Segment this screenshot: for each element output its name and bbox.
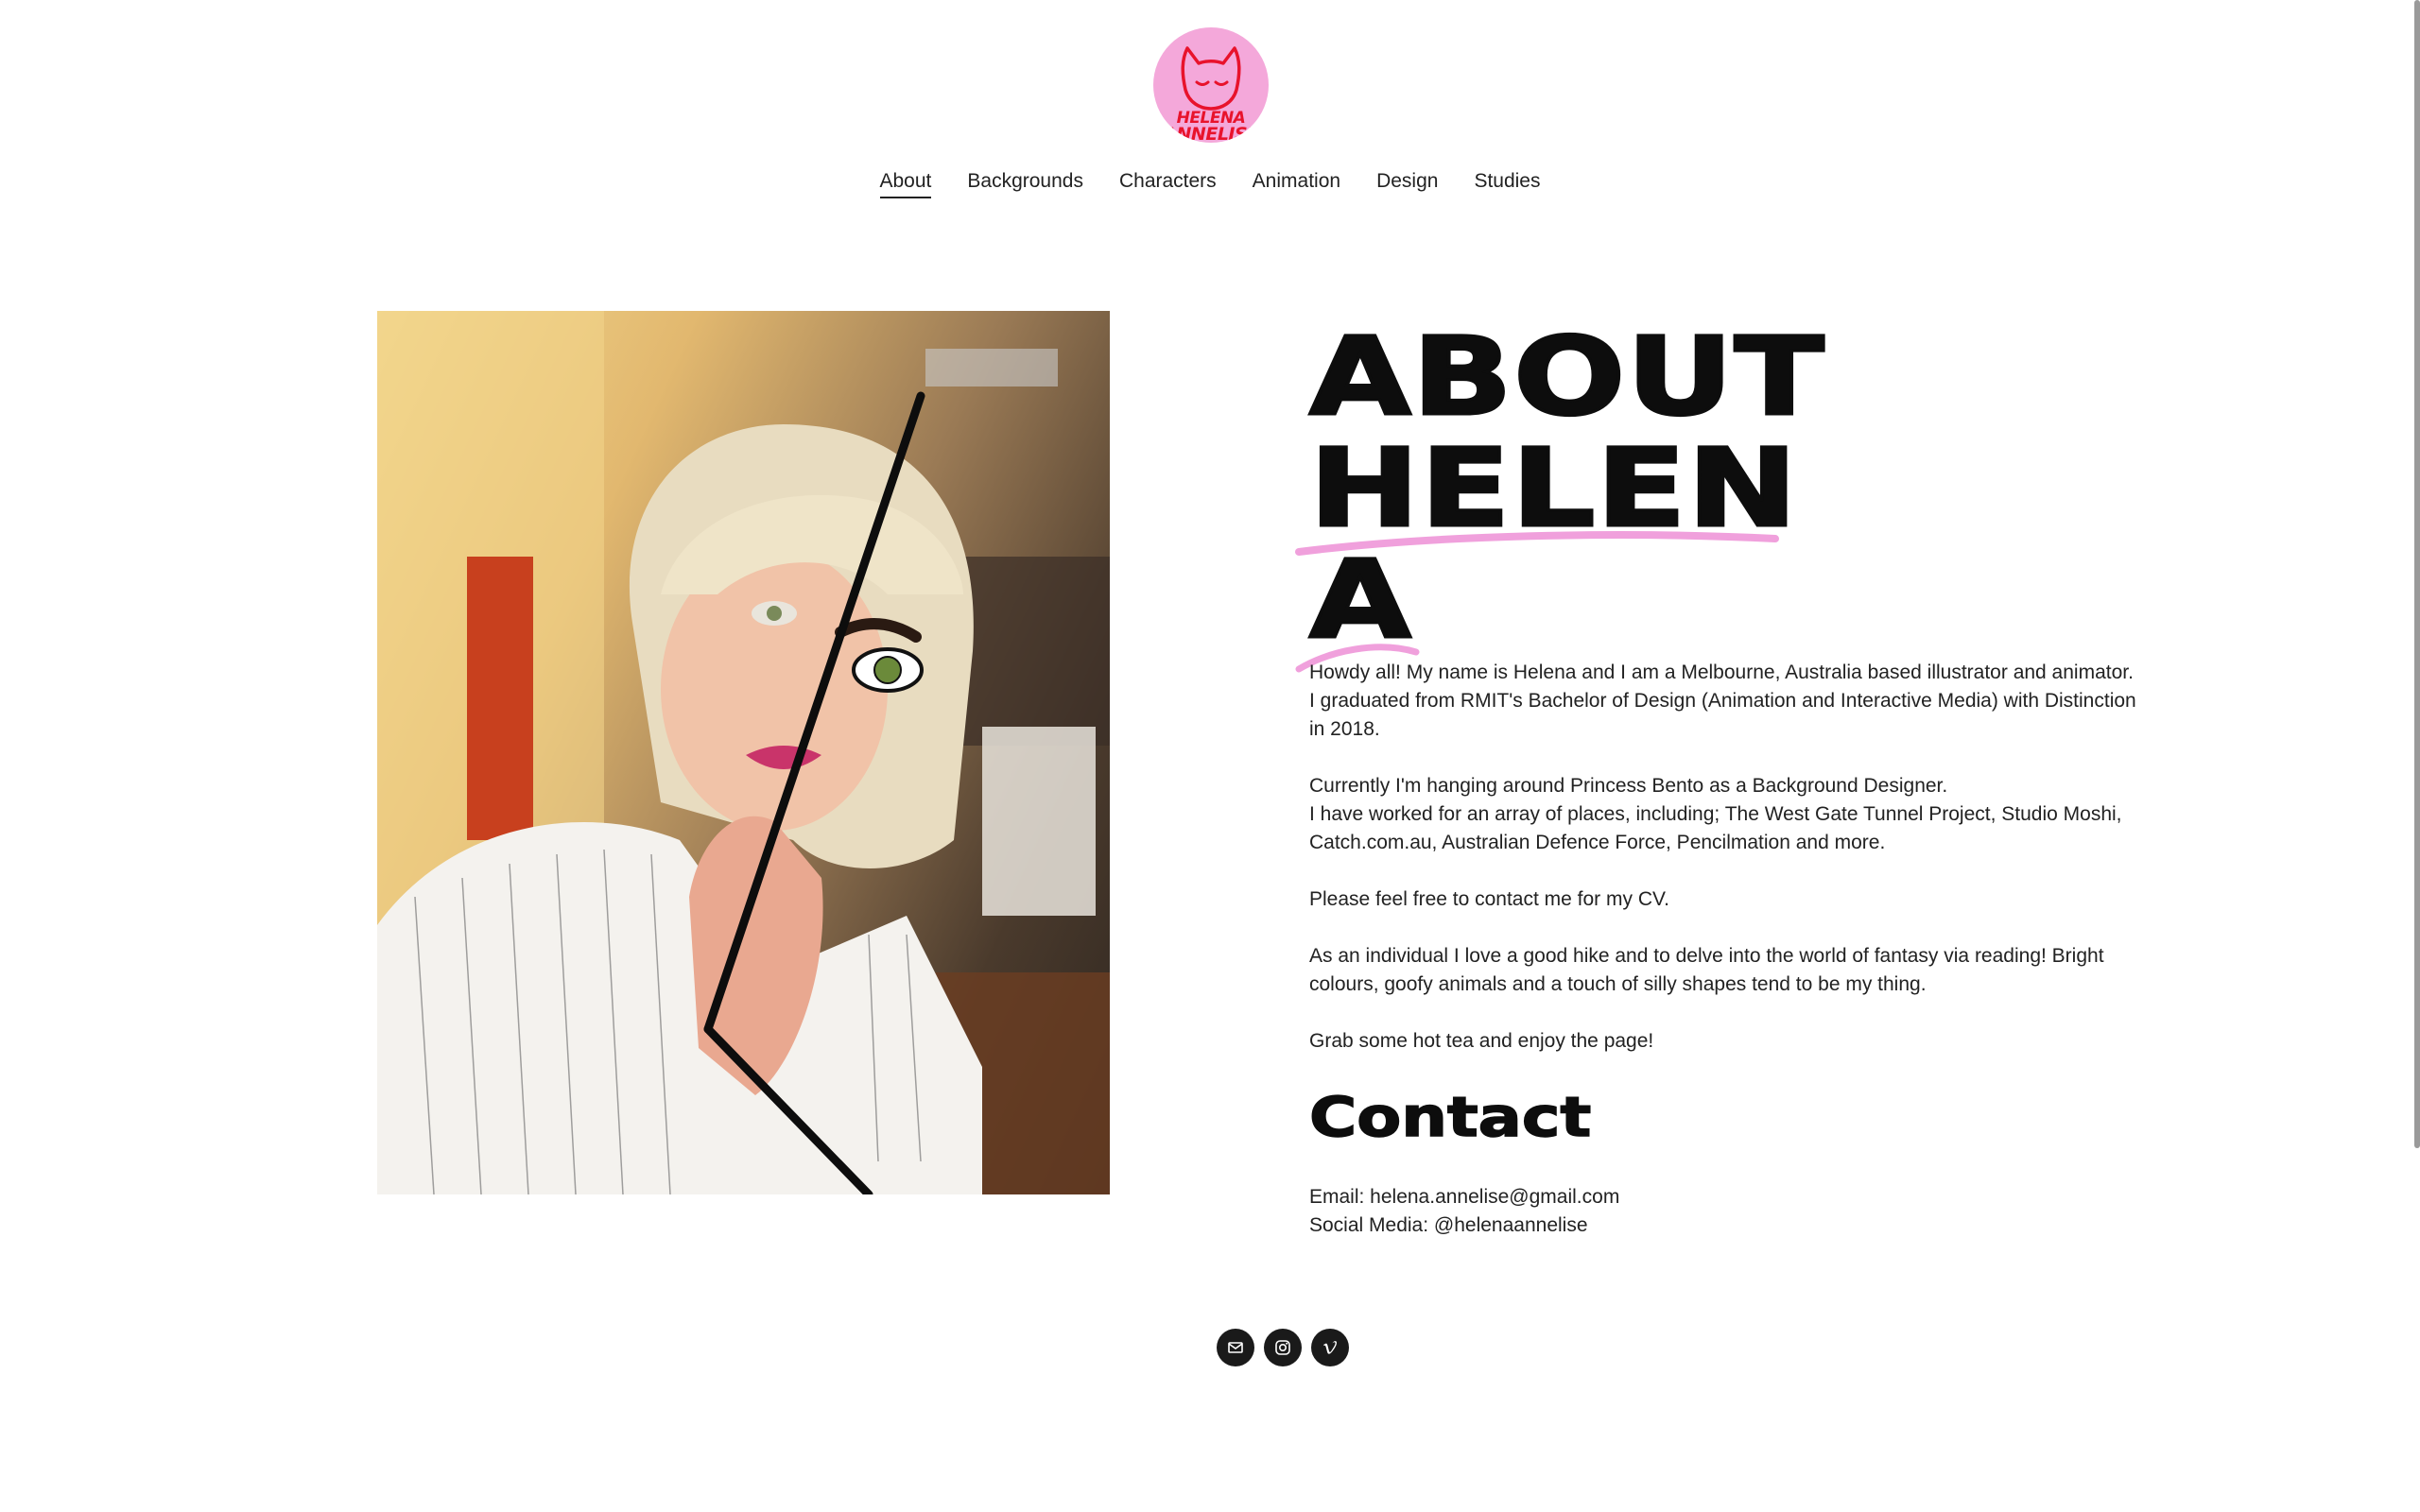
bio-paragraph: As an individual I love a good hike and …: [1309, 945, 2104, 995]
main-nav: About Backgrounds Characters Animation D…: [0, 170, 2420, 198]
portrait-image: [377, 311, 1110, 1194]
about-title-line1: ABOUT: [1307, 314, 1825, 439]
logo-text-line2: ANNELISE: [1163, 124, 1259, 143]
instagram-icon: [1275, 1340, 1290, 1355]
contact-details: Email: helena.annelise@gmail.com Social …: [1309, 1183, 1619, 1240]
vimeo-icon: [1323, 1341, 1337, 1354]
nav-item-animation[interactable]: Animation: [1253, 170, 1340, 198]
contact-title: Contact: [1308, 1084, 1592, 1150]
bio-paragraph: Howdy all! My name is Helena and I am a …: [1309, 662, 2136, 740]
contact-social[interactable]: Social Media: @helenaannelise: [1309, 1211, 1619, 1240]
site-logo[interactable]: HELENA ANNELISE: [1153, 27, 1269, 143]
nav-item-about[interactable]: About: [879, 170, 932, 198]
social-links: [1217, 1329, 1349, 1366]
bio-paragraph: Grab some hot tea and enjoy the page!: [1309, 1030, 1654, 1052]
mail-icon: [1228, 1342, 1243, 1353]
page-scrollbar[interactable]: [2414, 0, 2420, 1148]
bio-paragraph: Currently I'm hanging around Princess Be…: [1309, 775, 2122, 853]
mail-link[interactable]: [1217, 1329, 1254, 1366]
nav-item-backgrounds[interactable]: Backgrounds: [967, 170, 1083, 198]
title-underline-swash: [1295, 531, 1779, 673]
nav-item-studies[interactable]: Studies: [1474, 170, 1540, 198]
contact-email[interactable]: Email: helena.annelise@gmail.com: [1309, 1183, 1619, 1211]
vimeo-link[interactable]: [1311, 1329, 1349, 1366]
bio-paragraph: Please feel free to contact me for my CV…: [1309, 888, 1669, 910]
nav-item-design[interactable]: Design: [1376, 170, 1438, 198]
instagram-link[interactable]: [1264, 1329, 1302, 1366]
nav-item-characters[interactable]: Characters: [1119, 170, 1217, 198]
about-bio: Howdy all! My name is Helena and I am a …: [1309, 659, 2141, 1084]
